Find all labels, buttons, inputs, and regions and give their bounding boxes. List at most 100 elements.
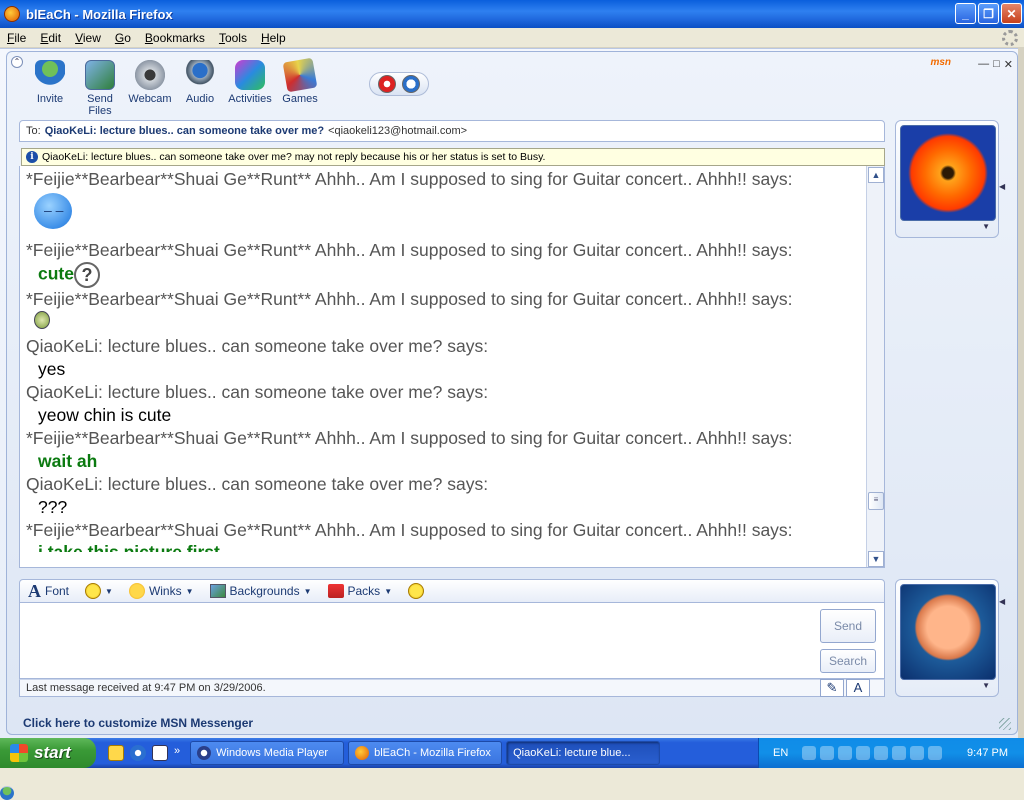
edit-contact-icon[interactable] xyxy=(402,75,420,93)
taskbar-item-label: QiaoKeLi: lecture blue... xyxy=(513,747,631,759)
emoticons-button[interactable]: ▼ xyxy=(85,583,113,599)
menu-view[interactable]: View xyxy=(68,31,108,45)
message-sender: *Feijie**Bearbear**Shuai Ge**Runt** Ahhh… xyxy=(26,240,793,260)
send-files-button[interactable]: Send Files xyxy=(75,60,125,117)
message: *Feijie**Bearbear**Shuai Ge**Runt** Ahhh… xyxy=(26,427,862,473)
language-indicator[interactable]: EN xyxy=(773,747,788,759)
tray-icon[interactable] xyxy=(802,746,817,760)
tray-icon[interactable] xyxy=(892,746,907,760)
message: *Feijie**Bearbear**Shuai Ge**Runt** Ahhh… xyxy=(26,239,862,288)
msn-close-button[interactable]: ✕ xyxy=(1004,58,1013,71)
message-sender: QiaoKeLi: lecture blues.. can someone ta… xyxy=(26,382,489,402)
text-mode-icon[interactable]: A xyxy=(846,679,870,697)
invite-button[interactable]: Invite xyxy=(25,60,75,117)
msn-maximize-button[interactable]: □ xyxy=(993,58,1000,71)
block-icon[interactable] xyxy=(378,75,396,93)
message-sender: *Feijie**Bearbear**Shuai Ge**Runt** Ahhh… xyxy=(26,428,793,448)
contact-display-picture-panel: ▼ xyxy=(895,120,999,238)
info-icon: i xyxy=(26,151,38,163)
system-tray: EN 9:47 PM xyxy=(758,738,1024,768)
message-body xyxy=(26,191,862,239)
volume-icon[interactable] xyxy=(928,746,943,760)
message-sender: QiaoKeLi: lecture blues.. can someone ta… xyxy=(26,474,489,494)
collapse-side-panel-icon[interactable]: ◀ xyxy=(999,182,1007,191)
webcam-button[interactable]: Webcam xyxy=(125,60,175,117)
audio-button[interactable]: Audio xyxy=(175,60,225,117)
tray-icon[interactable] xyxy=(910,746,925,760)
search-button[interactable]: Search xyxy=(820,649,876,673)
tray-icon[interactable] xyxy=(820,746,835,760)
message-text: ??? xyxy=(38,497,68,517)
internet-explorer-icon[interactable] xyxy=(130,745,146,761)
taskbar-item-wmp[interactable]: Windows Media Player xyxy=(190,741,345,765)
taskbar-item-label: Windows Media Player xyxy=(216,747,328,759)
chevron-down-icon[interactable]: ▼ xyxy=(982,681,990,690)
activities-button[interactable]: Activities xyxy=(225,60,275,117)
menu-go[interactable]: Go xyxy=(108,31,138,45)
start-button[interactable]: start xyxy=(0,738,96,768)
font-button[interactable]: A Font xyxy=(28,581,69,602)
show-desktop-icon[interactable] xyxy=(152,745,168,761)
scroll-up-button[interactable]: ▲ xyxy=(868,167,884,183)
games-button[interactable]: Games xyxy=(275,57,325,117)
restore-button[interactable]: ❐ xyxy=(978,3,999,24)
packs-button[interactable]: Packs ▼ xyxy=(327,584,393,598)
customize-link[interactable]: Click here to customize MSN Messenger xyxy=(23,716,253,730)
send-files-icon xyxy=(85,60,115,90)
contact-actions xyxy=(369,72,429,96)
my-avatar[interactable] xyxy=(900,584,996,680)
minimize-button[interactable]: _ xyxy=(955,3,976,24)
resize-grip-icon[interactable] xyxy=(999,718,1011,730)
menu-bar: File Edit View Go Bookmarks Tools Help xyxy=(0,28,1024,48)
contact-avatar[interactable] xyxy=(900,125,996,221)
blue-blob-emoticon-icon xyxy=(34,193,72,229)
quick-launch: » xyxy=(108,745,180,761)
menu-bookmarks[interactable]: Bookmarks xyxy=(138,31,212,45)
to-contact-email: <qiaokeli123@hotmail.com> xyxy=(328,125,468,137)
scroll-thumb[interactable]: ≡ xyxy=(868,492,884,510)
backgrounds-icon xyxy=(209,584,226,598)
font-icon: A xyxy=(28,580,41,601)
winks-button[interactable]: Winks ▼ xyxy=(128,583,194,599)
to-contact-name[interactable]: QiaoKeLi: lecture blues.. can someone ta… xyxy=(45,125,324,137)
packs-icon xyxy=(327,584,344,598)
collapse-toolbar-button[interactable]: ⌃ xyxy=(11,56,23,68)
firefox-icon xyxy=(4,6,20,22)
taskbar-item-label: blEaCh - Mozilla Firefox xyxy=(374,747,491,759)
backgrounds-label: Backgrounds xyxy=(229,584,300,598)
close-button[interactable]: ✕ xyxy=(1001,3,1022,24)
msn-minimize-button[interactable]: — xyxy=(978,58,989,71)
conversation-history[interactable]: *Feijie**Bearbear**Shuai Ge**Runt** Ahhh… xyxy=(19,166,885,568)
webcam-label: Webcam xyxy=(128,93,172,105)
caret-down-icon: ▼ xyxy=(384,586,393,596)
tray-icon[interactable] xyxy=(874,746,889,760)
chevron-down-icon[interactable]: ▼ xyxy=(982,222,990,231)
menu-help[interactable]: Help xyxy=(254,31,293,45)
send-button[interactable]: Send xyxy=(820,609,876,643)
chevron-right-icon[interactable]: » xyxy=(174,745,180,761)
tray-icon[interactable] xyxy=(838,746,853,760)
menu-tools[interactable]: Tools xyxy=(212,31,254,45)
conversation-scrollbar[interactable]: ▲ ≡ ▼ xyxy=(866,166,884,567)
msn-messenger-quicklaunch-icon[interactable] xyxy=(108,745,124,761)
collapse-side-panel-icon[interactable]: ◀ xyxy=(999,597,1007,606)
backgrounds-button[interactable]: Backgrounds ▼ xyxy=(209,584,312,598)
message: *Feijie**Bearbear**Shuai Ge**Runt** Ahhh… xyxy=(26,168,862,239)
alien-emoticon-icon xyxy=(34,311,50,329)
handwriting-icon[interactable]: ✎ xyxy=(820,679,844,697)
taskbar-item-msn[interactable]: QiaoKeLi: lecture blue... xyxy=(0,741,661,800)
tray-icon[interactable] xyxy=(856,746,871,760)
menu-file[interactable]: File xyxy=(0,31,33,45)
clock[interactable]: 9:47 PM xyxy=(967,747,1008,759)
audio-icon xyxy=(185,60,215,90)
status-line: Last message received at 9:47 PM on 3/29… xyxy=(19,679,885,697)
msn-conversation-window: ⌃ msn — □ ✕ Invite Send Files Webcam Aud… xyxy=(0,48,1024,738)
nudge-button[interactable] xyxy=(408,583,425,599)
message-input[interactable]: Send Search xyxy=(19,603,885,679)
taskbar-item-firefox[interactable]: blEaCh - Mozilla Firefox xyxy=(348,741,503,765)
scroll-down-button[interactable]: ▼ xyxy=(868,551,884,567)
packs-label: Packs xyxy=(347,584,381,598)
menu-edit[interactable]: Edit xyxy=(33,31,68,45)
message-sender: *Feijie**Bearbear**Shuai Ge**Runt** Ahhh… xyxy=(26,289,793,309)
compose-toolbar: A Font ▼ Winks ▼ Backgrounds ▼ Packs ▼ xyxy=(19,579,885,603)
